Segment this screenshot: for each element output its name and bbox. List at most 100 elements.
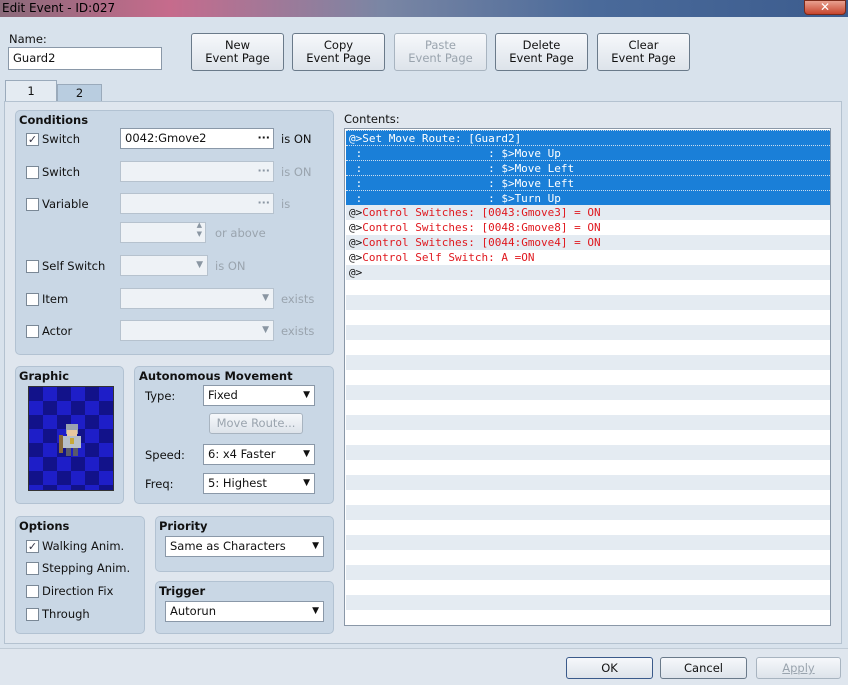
empty-row (346, 445, 830, 460)
switch1-checkbox[interactable]: ✓ (26, 133, 39, 146)
graphic-preview[interactable] (28, 386, 114, 491)
variable-value-spinner[interactable]: ▲ ▼ (120, 221, 206, 243)
command-row[interactable]: : : $>Turn Up (346, 190, 830, 205)
switch1-field[interactable]: 0042:Gmove2 ··· (120, 128, 274, 149)
chevron-down-icon: ▼ (312, 541, 319, 551)
command-row[interactable]: @>Control Switches: [0043:Gmove3] = ON (346, 205, 830, 220)
spinner-arrows-icon[interactable]: ▲ ▼ (197, 221, 202, 239)
chevron-down-icon: ▼ (262, 293, 269, 303)
trigger-title: Trigger (159, 584, 206, 598)
direction-fix-checkbox[interactable] (26, 585, 39, 598)
chevron-down-icon: ▼ (196, 260, 203, 270)
command-row[interactable]: : : $>Move Up (346, 145, 830, 160)
guard-sprite-icon (59, 424, 81, 456)
contents-label: Contents: (344, 112, 400, 126)
through-label: Through (42, 607, 90, 621)
options-title: Options (19, 519, 70, 533)
command-row[interactable]: @>Control Switches: [0044:Gmove4] = ON (346, 235, 830, 250)
command-text: Control Switches: [0043:Gmove3] = ON (362, 206, 601, 219)
empty-row (346, 430, 830, 445)
empty-row (346, 520, 830, 535)
self-switch-label: Self Switch (42, 259, 106, 273)
command-row[interactable]: @> (346, 265, 830, 280)
empty-row (346, 295, 830, 310)
or-above-label: or above (215, 226, 266, 240)
delete-event-page-label: Delete Event Page (509, 38, 574, 65)
cancel-button[interactable]: Cancel (660, 657, 747, 679)
actor-suffix: exists (281, 324, 315, 338)
paste-event-page-button[interactable]: Paste Event Page (394, 33, 487, 71)
paste-event-page-label: Paste Event Page (408, 38, 473, 65)
empty-row (346, 385, 830, 400)
switch1-value: 0042:Gmove2 (125, 131, 207, 145)
command-row[interactable]: : : $>Move Left (346, 160, 830, 175)
empty-row (346, 280, 830, 295)
walking-anim-checkbox[interactable]: ✓ (26, 540, 39, 553)
switch1-browse[interactable]: ··· (257, 128, 270, 147)
empty-row (346, 310, 830, 325)
switch2-checkbox[interactable] (26, 166, 39, 179)
through-checkbox[interactable] (26, 608, 39, 621)
variable-checkbox[interactable] (26, 198, 39, 211)
clear-event-page-button[interactable]: Clear Event Page (597, 33, 690, 71)
apply-button[interactable]: Apply (756, 657, 841, 679)
item-select[interactable]: ▼ (120, 288, 274, 309)
contents-list[interactable]: @>Set Move Route: [Guard2] : : $>Move Up… (344, 128, 831, 626)
switch2-suffix: is ON (281, 165, 312, 179)
copy-event-page-button[interactable]: Copy Event Page (292, 33, 385, 71)
switch2-field[interactable]: ··· (120, 161, 274, 182)
speed-select[interactable]: 6: x4 Faster ▼ (203, 444, 315, 465)
item-label: Item (42, 292, 69, 306)
command-row[interactable]: @>Control Switches: [0048:Gmove8] = ON (346, 220, 830, 235)
name-input[interactable]: Guard2 (8, 47, 162, 70)
empty-row (346, 400, 830, 415)
empty-row (346, 610, 830, 625)
priority-select[interactable]: Same as Characters ▼ (165, 536, 324, 557)
self-switch-select[interactable]: ▼ (120, 255, 208, 276)
trigger-select[interactable]: Autorun ▼ (165, 601, 324, 622)
clear-event-page-label: Clear Event Page (611, 38, 676, 65)
freq-select[interactable]: 5: Highest ▼ (203, 473, 315, 494)
empty-row (346, 460, 830, 475)
ok-button[interactable]: OK (566, 657, 653, 679)
variable-browse[interactable]: ··· (257, 193, 270, 212)
speed-value: 6: x4 Faster (208, 447, 276, 461)
actor-select[interactable]: ▼ (120, 320, 274, 341)
copy-event-page-label: Copy Event Page (306, 38, 371, 65)
priority-title: Priority (159, 519, 208, 533)
command-row[interactable]: @>Control Self Switch: A =ON (346, 250, 830, 265)
actor-checkbox[interactable] (26, 325, 39, 338)
new-event-page-button[interactable]: New Event Page (191, 33, 284, 71)
empty-row (346, 580, 830, 595)
variable-suffix: is (281, 197, 291, 211)
type-value: Fixed (208, 388, 238, 402)
self-switch-suffix: is ON (215, 259, 246, 273)
tab-2[interactable]: 2 (57, 84, 102, 102)
type-select[interactable]: Fixed ▼ (203, 385, 315, 406)
graphic-title: Graphic (19, 369, 70, 383)
chevron-down-icon: ▼ (303, 478, 310, 488)
stepping-anim-label: Stepping Anim. (42, 561, 131, 575)
tab-1[interactable]: 1 (5, 80, 57, 102)
self-switch-checkbox[interactable] (26, 260, 39, 273)
empty-row (346, 355, 830, 370)
item-checkbox[interactable] (26, 293, 39, 306)
conditions-title: Conditions (19, 113, 89, 127)
move-route-button[interactable]: Move Route... (209, 413, 303, 434)
command-prefix: @> (349, 251, 363, 264)
command-row[interactable]: : : $>Move Left (346, 175, 830, 190)
delete-event-page-button[interactable]: Delete Event Page (495, 33, 588, 71)
close-button[interactable]: ✕ (804, 0, 846, 15)
empty-row (346, 550, 830, 565)
window-title: Edit Event - ID:027 (2, 1, 116, 15)
command-row[interactable]: @>Set Move Route: [Guard2] (346, 130, 830, 145)
variable-field[interactable]: ··· (120, 193, 274, 214)
switch2-browse[interactable]: ··· (257, 161, 270, 180)
direction-fix-label: Direction Fix (42, 584, 114, 598)
autonomous-movement-title: Autonomous Movement (139, 369, 293, 383)
empty-row (346, 595, 830, 610)
chevron-down-icon: ▼ (262, 325, 269, 335)
switch1-suffix: is ON (281, 132, 312, 146)
chevron-down-icon: ▼ (312, 606, 319, 616)
stepping-anim-checkbox[interactable] (26, 562, 39, 575)
